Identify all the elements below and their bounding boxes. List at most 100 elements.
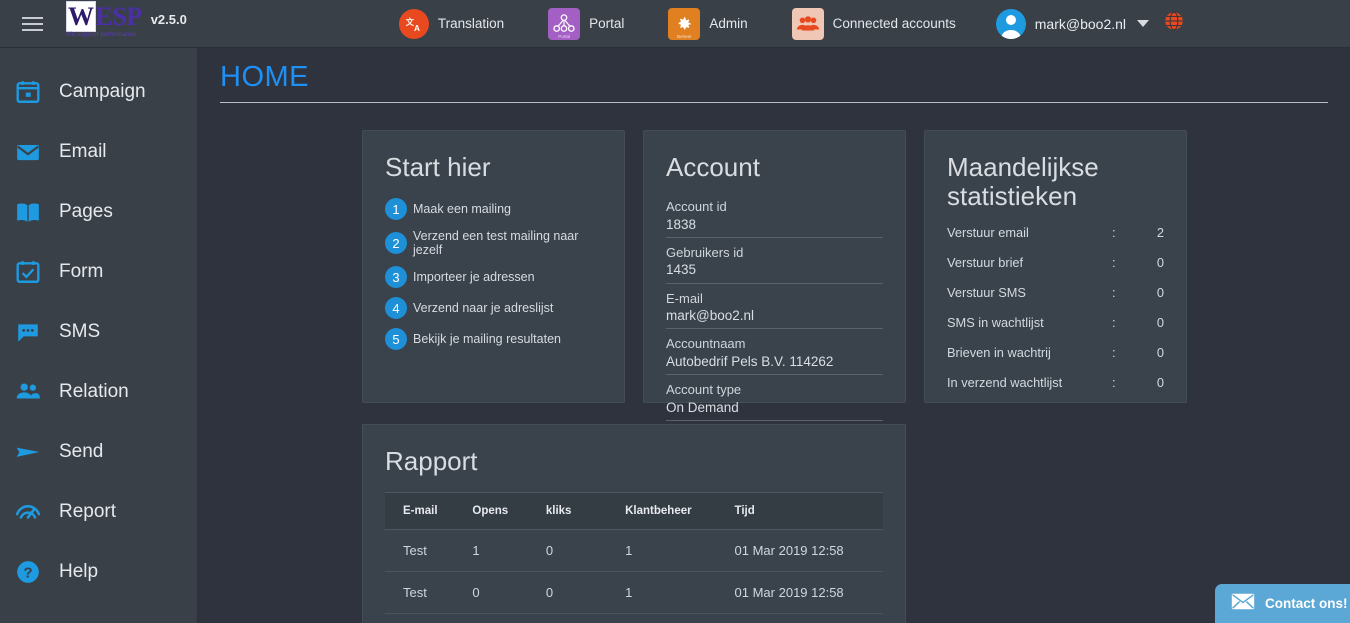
start-step[interactable]: 5 Bekijk je mailing resultaten — [385, 328, 602, 351]
statistic-label: Brieven in wachtrij — [947, 345, 1051, 361]
book-icon — [14, 198, 42, 226]
topnav-item-portal[interactable]: Portal Portal — [526, 0, 646, 48]
statistic-separator: : — [1112, 255, 1116, 271]
logo-wrap: WESP We support performance — [66, 0, 142, 38]
sidebar-item-report[interactable]: Report — [0, 482, 197, 542]
user-menu[interactable]: mark@boo2.nl — [978, 0, 1150, 48]
logo-text: WESP — [66, 0, 142, 32]
column-header-klantbeheer[interactable]: Klantbeheer — [625, 492, 735, 531]
paper-plane-icon — [14, 438, 42, 466]
step-number: 4 — [385, 297, 407, 320]
cell-tijd: 01 Mar 2019 12:58 — [734, 571, 883, 615]
monthly-statistics-card: Maandelijkse statistieken Verstuur email… — [924, 130, 1187, 403]
table-row[interactable]: Test 0 0 1 01 Mar 2019 12:58 — [385, 571, 883, 615]
form-check-icon — [14, 258, 42, 286]
cell-kliks: 0 — [545, 529, 626, 573]
sidebar-item-campaign[interactable]: Campaign — [0, 62, 197, 122]
main-content: HOME Start hier 1 Maak een mailing 2 Ver… — [198, 48, 1350, 623]
statistic-separator: : — [1112, 375, 1116, 391]
column-header-opens[interactable]: Opens — [472, 492, 546, 531]
account-title: Account — [666, 152, 760, 182]
statistic-row: Verstuur email : 2 — [947, 225, 1164, 240]
cell-email: Test — [385, 571, 473, 615]
portal-hierarchy-icon: Portal — [548, 7, 581, 40]
account-row-label: Gebruikers id — [666, 244, 744, 260]
start-here-title: Start hier — [385, 152, 491, 182]
statistic-value: 2 — [1156, 225, 1164, 241]
account-row: Account type On Demand — [666, 381, 883, 421]
sidebar-label-form: Form — [59, 261, 104, 282]
statistic-value: 0 — [1156, 345, 1164, 361]
cell-email: Test — [385, 529, 473, 573]
statistic-value: 0 — [1156, 315, 1164, 331]
sidebar-label-sms: SMS — [59, 321, 101, 342]
start-step[interactable]: 3 Importeer je adressen — [385, 266, 602, 289]
hamburger-menu-icon[interactable] — [8, 0, 56, 48]
sidebar-item-send[interactable]: Send — [0, 422, 197, 482]
cell-tijd: 28 Feb 2019 20:58 — [734, 613, 883, 623]
svg-text:?: ? — [23, 564, 32, 581]
statistic-row: SMS in wachtlijst : 0 — [947, 315, 1164, 330]
sidebar-item-help[interactable]: ? Help — [0, 542, 197, 602]
topnav-label-translation: Translation — [437, 16, 505, 31]
cell-opens: 0 — [472, 571, 546, 615]
question-circle-icon: ? — [14, 558, 42, 586]
table-row[interactable]: Test 1 0 1 01 Mar 2019 12:58 — [385, 529, 883, 573]
logo-tagline: We support performance — [66, 31, 137, 38]
globe-icon[interactable] — [1163, 10, 1185, 37]
statistic-label: Verstuur email — [947, 225, 1029, 241]
account-row-value: 1435 — [666, 262, 697, 278]
account-row-value: On Demand — [666, 399, 739, 415]
account-row: Account id 1838 — [666, 198, 883, 238]
step-number: 2 — [385, 232, 407, 255]
sidebar-item-form[interactable]: Form — [0, 242, 197, 302]
account-row-value: mark@boo2.nl — [666, 308, 754, 324]
sidebar-item-relation[interactable]: Relation — [0, 362, 197, 422]
topnav-item-admin[interactable]: Beheer Admin — [646, 0, 769, 48]
statistic-row: Brieven in wachtrij : 0 — [947, 345, 1164, 360]
chat-bubble-icon — [14, 318, 42, 346]
gauge-icon — [14, 498, 42, 526]
topnav-label-connected-accounts: Connected accounts — [832, 16, 956, 31]
statistic-separator: : — [1112, 285, 1116, 301]
topnav-item-translation[interactable]: 文 A Translation — [377, 0, 526, 48]
start-step[interactable]: 2 Verzend een test mailing naar jezelf — [385, 229, 602, 257]
top-nav: 文 A Translation Portal Portal Beheer Adm… — [377, 0, 1199, 48]
topnav-item-connected-accounts[interactable]: Connected accounts — [770, 0, 978, 48]
step-number: 5 — [385, 328, 407, 351]
cell-klantbeheer: 1 — [625, 571, 735, 615]
statistic-label: SMS in wachtlijst — [947, 315, 1044, 331]
gear-icon: Beheer — [668, 7, 701, 40]
sidebar-label-help: Help — [59, 561, 99, 582]
report-card: Rapport E-mail Opens kliks Klantbeheer T… — [362, 424, 906, 623]
cell-opens: 0 — [472, 613, 546, 623]
column-header-kliks[interactable]: kliks — [545, 492, 626, 531]
cell-opens: 1 — [472, 529, 546, 573]
envelope-icon — [1231, 593, 1255, 615]
cards-row: Start hier 1 Maak een mailing 2 Verzend … — [362, 130, 1350, 421]
logo-initial: W — [66, 0, 96, 32]
table-row[interactable]: Test 0 0 1 28 Feb 2019 20:58 — [385, 613, 883, 623]
account-row-label: Account type — [666, 382, 742, 398]
account-row: E-mail mark@boo2.nl — [666, 290, 883, 330]
top-bar: WESP We support performance v2.5.0 文 A T… — [0, 0, 1350, 48]
column-header-tijd[interactable]: Tijd — [734, 492, 883, 531]
account-row-label: Account id — [666, 199, 727, 215]
chevron-down-icon[interactable] — [1137, 20, 1150, 27]
statistic-separator: : — [1112, 315, 1116, 331]
sidebar-item-sms[interactable]: SMS — [0, 302, 197, 362]
statistic-separator: : — [1112, 225, 1116, 241]
brand-logo[interactable]: WESP We support performance v2.5.0 — [66, 0, 187, 48]
account-row-value: Autobedrif Pels B.V. 114262 — [666, 353, 834, 369]
sidebar-label-campaign: Campaign — [59, 81, 146, 102]
contact-us-button[interactable]: Contact ons! — [1215, 584, 1350, 623]
sidebar-item-email[interactable]: Email — [0, 122, 197, 182]
sidebar-item-pages[interactable]: Pages — [0, 182, 197, 242]
column-header-email[interactable]: E-mail — [385, 492, 473, 531]
user-avatar-icon — [995, 8, 1026, 39]
start-step[interactable]: 1 Maak een mailing — [385, 198, 602, 221]
user-email-label: mark@boo2.nl — [1034, 15, 1127, 32]
contact-us-label: Contact ons! — [1265, 596, 1348, 611]
report-title: Rapport — [385, 446, 478, 476]
start-step[interactable]: 4 Verzend naar je adreslijst — [385, 297, 602, 320]
